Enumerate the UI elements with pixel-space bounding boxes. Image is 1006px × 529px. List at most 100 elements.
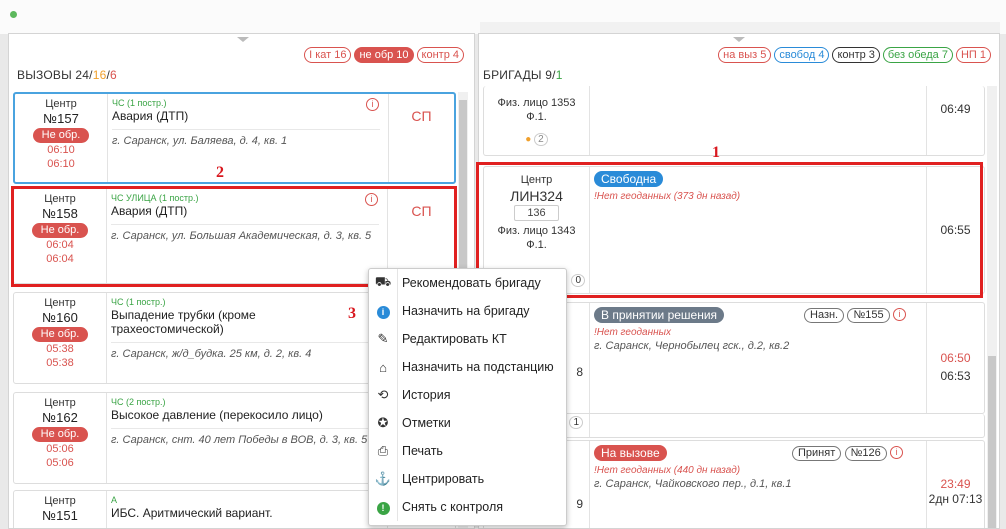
menu-item-print[interactable]: ⎙ Печать bbox=[369, 437, 566, 465]
call-number: №157 bbox=[43, 111, 79, 126]
pencil-icon: ✎ bbox=[377, 331, 389, 346]
brigade-person-2: Ф.1. bbox=[526, 111, 547, 123]
filter-pill[interactable]: не обр 10 bbox=[354, 47, 414, 63]
call-main: А ИБС. Аритмический вариант. bbox=[111, 495, 379, 520]
filter-pill[interactable]: контр 4 bbox=[416, 47, 464, 63]
menu-item-label: Назначить на подстанцию bbox=[397, 353, 566, 381]
menu-item-label: Снять с контроля bbox=[397, 493, 566, 521]
call-title: Выпадение трубки (кроме трахеостомическо… bbox=[111, 308, 256, 336]
menu-item-label: История bbox=[397, 381, 566, 409]
brigade-main: На вызове Принят №126 i !Нет геоданных (… bbox=[594, 445, 924, 491]
call-category: ЧС (1 постр.) bbox=[111, 297, 166, 307]
filter-pill[interactable]: без обеда 7 bbox=[882, 47, 953, 63]
call-number-tag[interactable]: №155 bbox=[847, 308, 890, 323]
menu-item-assign-brigade[interactable]: i Назначить на бригаду bbox=[369, 297, 566, 325]
filter-pill[interactable]: I кат 16 bbox=[304, 47, 352, 63]
brigade-status-badge: Свободна bbox=[594, 171, 664, 187]
brigade-filter-pills: на выз 5 свобод 4 контр 3 без обеда 7 НП… bbox=[718, 47, 991, 63]
center-map-icon: ⚓ bbox=[374, 471, 392, 486]
info-icon[interactable]: i bbox=[366, 98, 379, 111]
status-badge: Не обр. bbox=[31, 427, 89, 442]
brigade-tags: Принят №126 i bbox=[792, 445, 904, 461]
call-center: Центр bbox=[44, 297, 76, 309]
call-time-2: 05:38 bbox=[46, 357, 74, 369]
menu-item-assign-substation[interactable]: ⌂ Назначить на подстанцию bbox=[369, 353, 566, 381]
brigades-title-text: БРИГАДЫ 9/ bbox=[483, 68, 556, 82]
info-icon[interactable]: i bbox=[892, 308, 906, 322]
exclamation-circle-icon: ! bbox=[369, 499, 397, 515]
filter-pill[interactable]: на выз 5 bbox=[718, 47, 772, 63]
brigade-badge: 8 bbox=[576, 365, 583, 379]
brigades-scrollbar[interactable] bbox=[987, 86, 997, 528]
call-number: №160 bbox=[42, 310, 78, 325]
brigade-time: 06:55 bbox=[926, 167, 984, 293]
call-code: СП bbox=[388, 94, 454, 182]
brigade-status-badge: В принятии решения bbox=[594, 307, 725, 323]
info-icon[interactable]: i bbox=[365, 193, 378, 206]
call-card[interactable]: Центр №157 Не обр. 06:10 06:10 ЧС (1 пос… bbox=[13, 92, 456, 184]
call-address: г. Саранск, ж/д_будка. 25 км, д. 2, кв. … bbox=[111, 342, 379, 361]
brigade-person: Физ. лицо 1353 bbox=[497, 97, 576, 109]
menu-item-edit-kt[interactable]: ✎ Редактировать КТ bbox=[369, 325, 566, 353]
call-left-col: Центр №160 Не обр. 05:38 05:38 bbox=[14, 293, 107, 383]
call-title: Авария (ДТП) bbox=[111, 204, 188, 218]
brigade-time-2: 2дн 07:13 bbox=[928, 492, 983, 506]
brigade-times: 06:50 06:53 bbox=[926, 303, 984, 413]
call-category: ЧС УЛИЦА (1 постр.) bbox=[111, 193, 199, 203]
menu-item-label: Центрировать bbox=[397, 465, 566, 493]
menu-item-label: Редактировать КТ bbox=[397, 325, 566, 353]
geodata-warning: !Нет геоданных (440 дн назад) bbox=[594, 465, 741, 476]
history-icon: ⟲ bbox=[377, 387, 389, 402]
brigades-count: 1 bbox=[555, 68, 563, 82]
menu-item-marks[interactable]: ✪ Отметки bbox=[369, 409, 566, 437]
filter-pill[interactable]: НП 1 bbox=[955, 47, 991, 63]
filter-pill[interactable]: свобод 4 bbox=[774, 47, 830, 63]
call-center: Центр bbox=[44, 397, 76, 409]
calls-panel-title: ВЫЗОВЫ 24/16/6 bbox=[17, 68, 117, 82]
menu-item-history[interactable]: ⟲ История bbox=[369, 381, 566, 409]
call-number-tag[interactable]: №126 bbox=[844, 446, 887, 461]
brigade-person-2: Ф.1. bbox=[526, 239, 547, 251]
filter-pill[interactable]: контр 3 bbox=[832, 47, 880, 63]
home-icon: ⌂ bbox=[379, 359, 387, 375]
brigade-tags: Назн. №155 i bbox=[804, 307, 906, 323]
accepted-tag[interactable]: Принят bbox=[792, 446, 842, 461]
top-bar bbox=[0, 0, 1006, 34]
menu-item-label: Отметки bbox=[397, 409, 566, 437]
brigade-time: 06:49 bbox=[926, 86, 984, 155]
brigade-time-2: 06:53 bbox=[940, 369, 971, 383]
call-title: Высокое давление (перекосило лицо) bbox=[111, 408, 323, 422]
menu-item-label: Печать bbox=[397, 437, 566, 465]
annotation-label: 2 bbox=[216, 164, 224, 181]
info-icon[interactable]: i bbox=[890, 446, 904, 460]
call-center: Центр bbox=[45, 98, 77, 110]
brigade-badge: 1 bbox=[569, 416, 583, 429]
brigade-badge: 9 bbox=[576, 497, 583, 511]
calls-filter-pills: I кат 16 не обр 10 контр 4 bbox=[304, 47, 464, 63]
brigade-card[interactable]: Физ. лицо 1353 Ф.1. ● 2 06:49 bbox=[483, 86, 985, 156]
call-address: г. Саранск, снт. 40 лет Победы в ВОВ, д.… bbox=[111, 428, 379, 447]
menu-item-recommend-brigade[interactable]: ⛟ Рекомендовать бригаду bbox=[369, 269, 566, 297]
call-main: ЧС (2 постр.) Высокое давление (перекоси… bbox=[111, 397, 379, 447]
brigade-badge: 2 bbox=[534, 133, 548, 146]
menu-item-label: Рекомендовать бригаду bbox=[397, 269, 566, 297]
call-category: ЧС (2 постр.) bbox=[111, 397, 166, 407]
call-main: ЧС (1 постр.) Выпадение трубки (кроме тр… bbox=[111, 297, 379, 361]
call-number: №158 bbox=[42, 206, 78, 221]
brigade-status-badge: На вызове bbox=[594, 445, 667, 461]
menu-item-center[interactable]: ⚓ Центрировать bbox=[369, 465, 566, 493]
brigade-unit: 136 bbox=[514, 205, 559, 221]
annotation-label: 3 bbox=[348, 305, 356, 322]
call-address: г. Саранск, ул. Большая Академическая, д… bbox=[111, 224, 379, 243]
brigade-time: 06:50 bbox=[940, 351, 971, 365]
call-category: А bbox=[111, 495, 118, 505]
assigned-tag[interactable]: Назн. bbox=[804, 308, 845, 323]
brigade-left-col: Физ. лицо 1353 Ф.1. ● 2 bbox=[484, 86, 590, 155]
menu-item-remove-control[interactable]: ! Снять с контроля bbox=[369, 493, 566, 521]
call-title: Авария (ДТП) bbox=[112, 109, 189, 123]
drag-handle[interactable] bbox=[237, 37, 249, 42]
drag-handle[interactable] bbox=[733, 37, 745, 42]
connection-status-dot bbox=[10, 11, 17, 18]
call-title: ИБС. Аритмический вариант. bbox=[111, 506, 273, 520]
scrollbar-thumb[interactable] bbox=[988, 356, 996, 528]
